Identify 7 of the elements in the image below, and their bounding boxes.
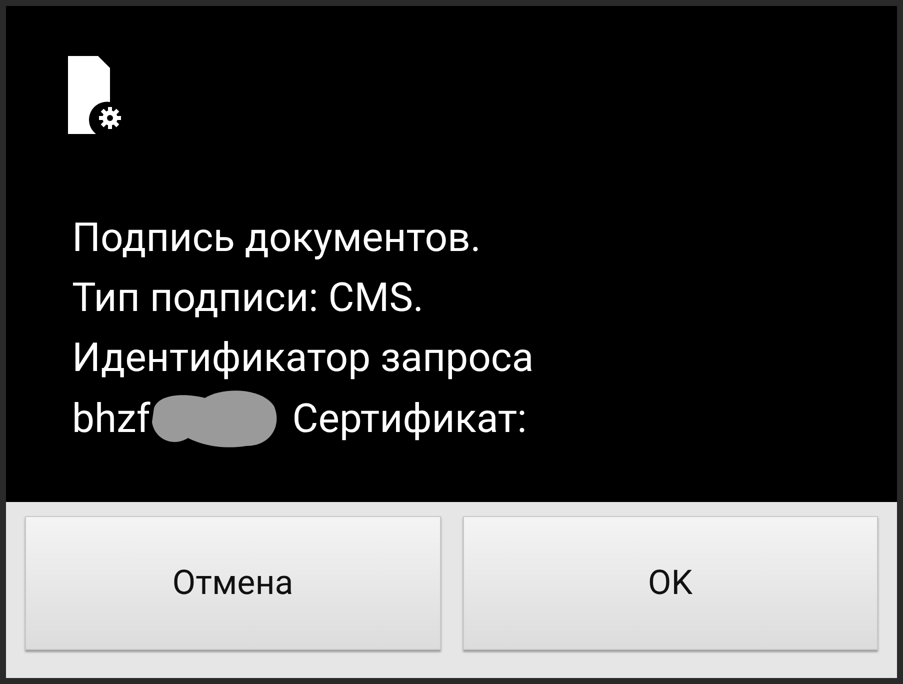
- message-line: Тип подписи: CMS.: [72, 273, 424, 323]
- dialog-button[interactable]: Отмена: [25, 516, 440, 650]
- message-line: Идентификатор запроса: [72, 333, 534, 383]
- request-id: bhzf: [72, 394, 150, 444]
- message-line: Подпись документов.: [72, 213, 481, 263]
- dialog-button[interactable]: OK: [462, 516, 878, 650]
- certificate-label: Сертификат:: [292, 394, 527, 444]
